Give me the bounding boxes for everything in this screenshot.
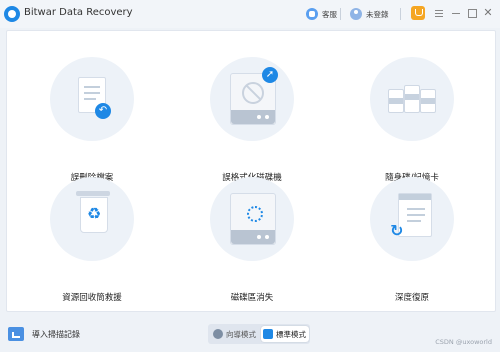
tile-deleted-files[interactable]: ↶ 誤刪除檔案 — [42, 57, 142, 187]
login-button[interactable]: 未登錄 — [350, 6, 389, 22]
user-icon — [350, 8, 362, 20]
restore-arrow-icon: ↻ — [390, 221, 404, 240]
title-bar: Bitwar Data Recovery 客服 未登錄 ✕ — [0, 0, 500, 28]
minimize-icon[interactable] — [449, 6, 463, 20]
tile-formatted-drive[interactable]: ➚ 誤格式化磁碟機 — [202, 57, 302, 187]
maximize-icon[interactable] — [465, 6, 479, 20]
tile-deep-recovery[interactable]: ↻ 深度復原 — [362, 177, 462, 307]
customer-service-button[interactable]: 客服 — [306, 6, 337, 22]
wizard-mode-tab[interactable]: 向導模式 — [211, 326, 259, 342]
standard-mode-tab[interactable]: 標準模式 — [261, 326, 309, 342]
rocket-icon: ➚ — [262, 67, 278, 83]
import-scan-record-button[interactable]: 導入掃描記錄 — [8, 324, 80, 344]
tile-label: 磁碟區消失 — [230, 293, 274, 303]
wizard-mode-label: 向導模式 — [226, 329, 256, 339]
cart-icon[interactable] — [411, 6, 425, 20]
tile-circle: ↻ — [370, 177, 454, 261]
standard-mode-label: 標準模式 — [276, 329, 306, 339]
menu-icon[interactable] — [432, 6, 446, 20]
app-logo-icon — [4, 6, 20, 22]
divider — [340, 8, 341, 20]
divider — [400, 8, 401, 20]
wizard-icon — [213, 329, 223, 339]
mode-toggle: 向導模式 標準模式 — [208, 324, 310, 344]
watermark: CSDN @uxoworld — [435, 338, 492, 346]
footer: 導入掃描記錄 向導模式 標準模式 CSDN @uxoworld — [0, 314, 500, 352]
tile-circle: ➚ — [210, 57, 294, 141]
tile-circle: ↶ — [50, 57, 134, 141]
tile-label: 深度復原 — [394, 293, 429, 303]
app-title: Bitwar Data Recovery — [24, 7, 133, 18]
customer-service-label: 客服 — [322, 9, 337, 19]
close-icon[interactable]: ✕ — [481, 6, 495, 20]
standard-icon — [263, 329, 273, 339]
recovery-panel: ↶ 誤刪除檔案 ➚ 誤格式化磁碟機 隨身碟/記憶 — [6, 30, 496, 312]
import-scan-record-label: 導入掃描記錄 — [32, 329, 80, 339]
folder-import-icon — [8, 327, 24, 341]
tile-lost-partition[interactable]: 磁碟區消失 — [202, 177, 302, 307]
tile-usb-card[interactable]: 隨身碟/記憶卡 — [362, 57, 462, 187]
lost-partition-icon — [230, 193, 276, 245]
login-label: 未登錄 — [366, 9, 389, 19]
tile-recycle-bin[interactable]: ♻ 資源回收筒救援 — [42, 177, 142, 307]
undo-icon: ↶ — [95, 103, 111, 119]
tile-circle: ♻ — [50, 177, 134, 261]
tile-label: 資源回收筒救援 — [62, 293, 122, 303]
headset-icon — [306, 8, 318, 20]
tile-circle — [370, 57, 454, 141]
tile-circle — [210, 177, 294, 261]
